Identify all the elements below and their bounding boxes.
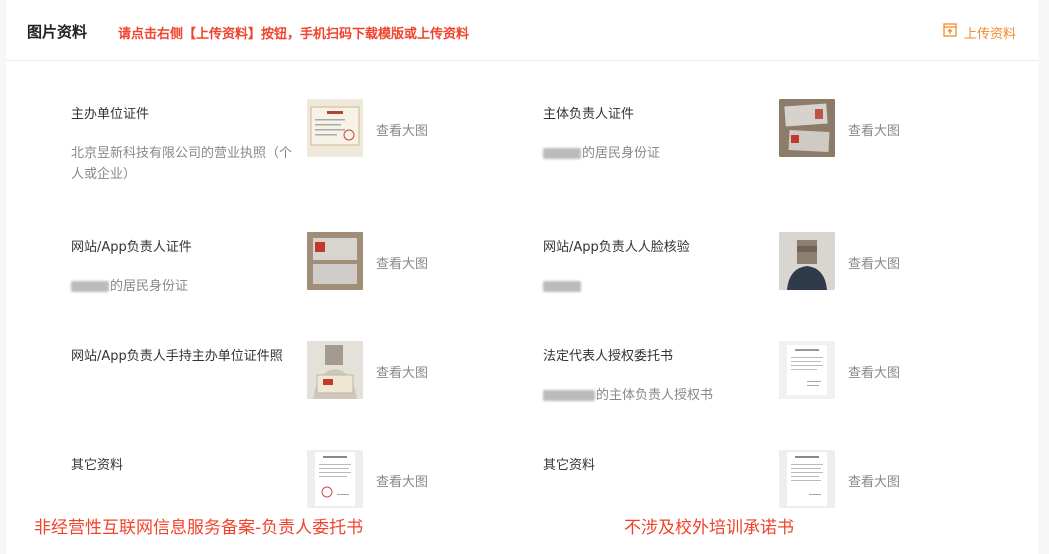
view-large-link[interactable]: 查看大图 — [376, 362, 428, 381]
material-item-handheld-photo: 网站/App负责人手持主办单位证件照 查看大图 — [71, 341, 531, 425]
view-large-link[interactable]: 查看大图 — [848, 120, 900, 139]
material-thumbnail[interactable] — [779, 99, 835, 157]
upload-doc-icon — [942, 22, 958, 42]
material-desc: 的居民身份证 — [543, 143, 773, 164]
view-large-link[interactable]: 查看大图 — [848, 471, 900, 490]
material-item-authorization-letter: 法定代表人授权委托书 的主体负责人授权书 查看大图 — [543, 341, 1003, 425]
view-large-link[interactable]: 查看大图 — [376, 253, 428, 272]
material-item-website-owner-cert: 网站/App负责人证件 的居民身份证 查看大图 — [71, 232, 531, 316]
material-thumbnail[interactable] — [307, 341, 363, 399]
material-thumbnail[interactable] — [779, 232, 835, 290]
view-large-link[interactable]: 查看大图 — [848, 253, 900, 272]
image-materials-panel: 图片资料 请点击右侧【上传资料】按钮，手机扫码下载模版或上传资料 上传资料 主办… — [6, 0, 1038, 554]
redacted-name — [71, 281, 109, 292]
material-name: 网站/App负责人人脸核验 — [543, 240, 690, 255]
section-title: 图片资料 — [27, 23, 88, 41]
material-desc-text: 的主体负责人授权书 — [596, 388, 714, 403]
redacted-name — [543, 281, 581, 292]
material-name: 主体负责人证件 — [543, 107, 635, 122]
material-name: 主办单位证件 — [71, 107, 150, 122]
material-item-principal-cert: 主体负责人证件 的居民身份证 查看大图 — [543, 99, 1003, 183]
material-desc-text: 的居民身份证 — [110, 279, 189, 294]
material-thumbnail[interactable] — [779, 450, 835, 508]
material-desc-text: 的居民身份证 — [582, 146, 661, 161]
view-large-link[interactable]: 查看大图 — [376, 120, 428, 139]
material-name: 网站/App负责人手持主办单位证件照 — [71, 349, 283, 364]
view-large-link[interactable]: 查看大图 — [376, 471, 428, 490]
material-thumbnail[interactable] — [307, 232, 363, 290]
other-material-caption-left: 非经营性互联网信息服务备案-负责人委托书 — [34, 518, 364, 538]
material-name: 网站/App负责人证件 — [71, 240, 192, 255]
material-item-face-verification: 网站/App负责人人脸核验 查看大图 — [543, 232, 1003, 316]
view-large-link[interactable]: 查看大图 — [848, 362, 900, 381]
material-thumbnail[interactable] — [307, 450, 363, 508]
upload-button[interactable]: 上传资料 — [942, 22, 1016, 42]
material-name: 其它资料 — [543, 458, 596, 473]
material-thumbnail[interactable] — [307, 99, 363, 157]
other-material-caption-right: 不涉及校外培训承诺书 — [624, 518, 794, 538]
material-name: 法定代表人授权委托书 — [543, 349, 674, 364]
material-item-sponsor-cert: 主办单位证件 北京昱新科技有限公司的营业执照（个人或企业） 查看大图 — [71, 99, 531, 183]
material-thumbnail[interactable] — [779, 341, 835, 399]
material-desc: 的居民身份证 — [71, 276, 301, 297]
redacted-name — [543, 148, 581, 159]
material-desc: 北京昱新科技有限公司的营业执照（个人或企业） — [71, 146, 293, 182]
panel-header: 图片资料 请点击右侧【上传资料】按钮，手机扫码下载模版或上传资料 上传资料 — [6, 0, 1038, 61]
upload-button-label: 上传资料 — [963, 26, 1016, 42]
material-desc: 的主体负责人授权书 — [543, 385, 773, 406]
material-desc — [543, 276, 773, 297]
redacted-name — [543, 390, 595, 401]
material-name: 其它资料 — [71, 458, 124, 473]
upload-instruction: 请点击右侧【上传资料】按钮，手机扫码下载模版或上传资料 — [118, 27, 470, 42]
